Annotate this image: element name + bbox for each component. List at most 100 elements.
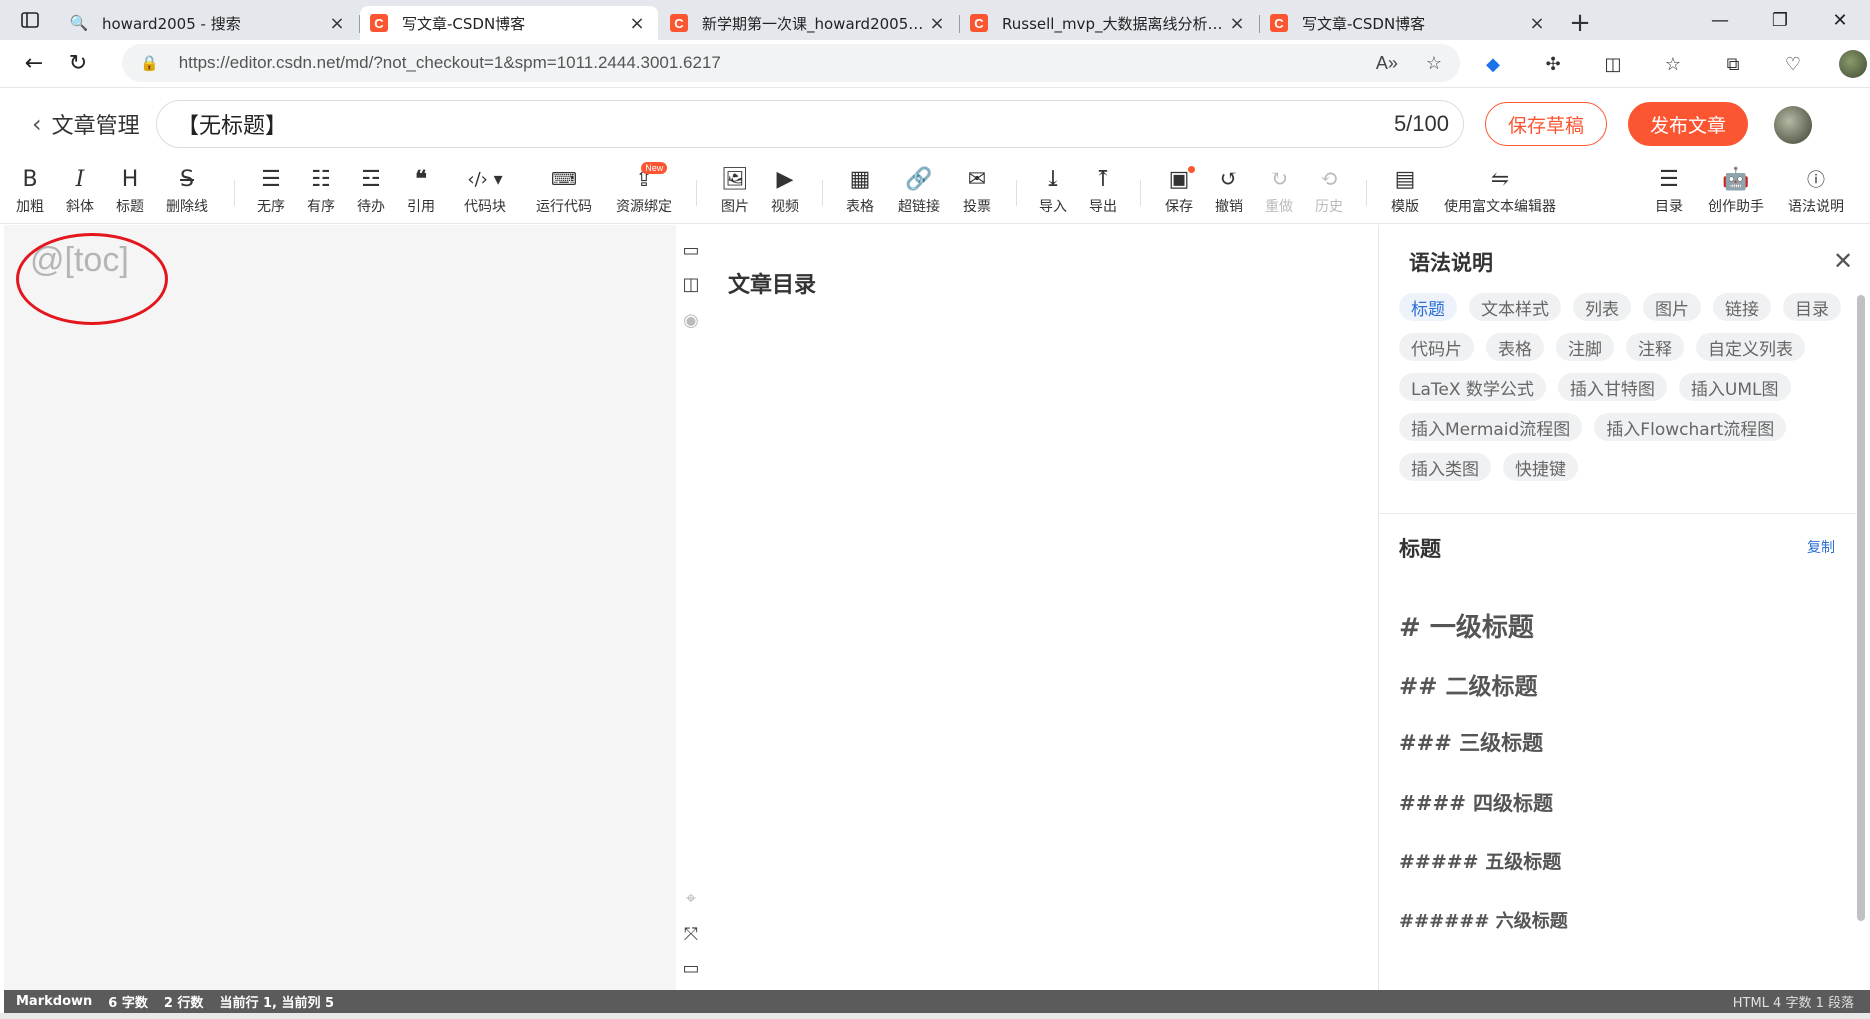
export-button[interactable]: ⤒ 导出 (1086, 164, 1120, 220)
new-tab-button[interactable]: + (1560, 6, 1600, 40)
redo-button[interactable]: ↻ 重做 (1262, 164, 1296, 220)
favorite-star-icon[interactable]: ☆ (1426, 53, 1442, 74)
chip-latex[interactable]: LaTeX 数学公式 (1399, 373, 1546, 401)
close-icon[interactable]: × (1526, 13, 1548, 34)
refresh-icon[interactable]: ↻ (56, 44, 100, 84)
toc-heading: 文章目录 (728, 273, 817, 298)
csdn-icon: C (670, 14, 688, 32)
sync-scroll-icon[interactable]: ⌖ (680, 887, 702, 909)
ordered-list-button[interactable]: ☷ 有序 (304, 164, 338, 220)
article-management-link[interactable]: ‹ 文章管理 (32, 108, 140, 140)
url-field[interactable]: 🔒 https://editor.csdn.net/md/?not_checko… (122, 44, 1460, 82)
chip-table[interactable]: 表格 (1486, 333, 1544, 361)
chip-comment[interactable]: 注释 (1626, 333, 1684, 361)
chip-gantt[interactable]: 插入甘特图 (1557, 373, 1667, 401)
search-icon: 🔍 (69, 15, 89, 32)
browser-tab[interactable]: 🔍 howard2005 - 搜索 × (60, 6, 360, 40)
chip-code-snippet[interactable]: 代码片 (1399, 333, 1474, 361)
split-view-icon[interactable]: ◫ (680, 273, 702, 295)
chip-text-style[interactable]: 文本样式 (1469, 293, 1561, 321)
template-button[interactable]: ▤ 模版 (1388, 164, 1422, 220)
extensions-puzzle-icon[interactable]: ✣ (1530, 44, 1576, 84)
browser-tab[interactable]: C Russell_mvp_大数据离线分析-CS × (960, 6, 1260, 40)
code-block-button[interactable]: ‹/› ▾ 代码块 (460, 164, 510, 220)
extension-icon[interactable]: ◆ (1470, 44, 1516, 84)
close-icon[interactable]: × (626, 13, 648, 34)
chip-link[interactable]: 链接 (1713, 293, 1771, 321)
browser-essentials-icon[interactable]: ♡ (1770, 44, 1816, 84)
chip-heading[interactable]: 标题 (1399, 293, 1457, 321)
fullscreen-icon[interactable]: ⤧ (680, 923, 702, 945)
chip-footnote[interactable]: 注脚 (1556, 333, 1614, 361)
todo-list-button[interactable]: ☲ 待办 (354, 164, 388, 220)
chip-toc[interactable]: 目录 (1783, 293, 1841, 321)
strikethrough-icon: S (180, 166, 194, 192)
single-column-icon[interactable]: ▭ (680, 239, 702, 261)
chip-uml[interactable]: 插入UML图 (1678, 373, 1791, 401)
help-scrollbar[interactable] (1857, 295, 1865, 921)
maximize-button[interactable]: ❐ (1750, 0, 1810, 40)
resource-bind-label: 资源绑定 (616, 199, 672, 215)
close-icon[interactable]: ✕ (1833, 247, 1853, 275)
resource-bind-button[interactable]: ⇪ New 资源绑定 (612, 162, 676, 220)
quote-button[interactable]: ❝ 引用 (404, 164, 438, 220)
import-button[interactable]: ⤓ 导入 (1036, 164, 1070, 220)
profile-button[interactable] (1830, 44, 1870, 84)
toc-label: 目录 (1655, 199, 1683, 215)
template-icon: ▤ (1394, 166, 1416, 192)
browser-tab-active[interactable]: C 写文章-CSDN博客 × (360, 6, 658, 40)
window-close-button[interactable]: ✕ (1810, 0, 1870, 40)
redo-icon: ↻ (1269, 166, 1289, 192)
toc-button[interactable]: ☰ 目录 (1652, 164, 1686, 220)
italic-button[interactable]: I 斜体 (62, 164, 98, 220)
split-screen-icon[interactable]: ◫ (1590, 44, 1636, 84)
minimize-button[interactable]: — (1690, 0, 1750, 40)
syntax-help-button[interactable]: ⓘ 语法说明 (1784, 164, 1848, 220)
writing-assistant-button[interactable]: 🤖 创作助手 (1704, 164, 1768, 220)
favorites-icon[interactable]: ☆ (1650, 44, 1696, 84)
video-button[interactable]: ▶ 视频 (768, 164, 802, 220)
chip-list[interactable]: 列表 (1573, 293, 1631, 321)
save-button[interactable]: ▣ 保存 (1162, 164, 1196, 220)
chip-mermaid[interactable]: 插入Mermaid流程图 (1399, 413, 1583, 441)
bottom-edge (0, 1013, 1870, 1019)
close-icon[interactable]: × (1226, 13, 1248, 34)
chip-definition-list[interactable]: 自定义列表 (1696, 333, 1805, 361)
tab-actions-button[interactable] (0, 0, 60, 40)
read-aloud-icon[interactable]: A» (1376, 53, 1398, 74)
markdown-editor[interactable]: @[toc] (4, 225, 676, 990)
hyperlink-button[interactable]: 🔗 超链接 (894, 164, 944, 220)
strikethrough-button[interactable]: S 删除线 (162, 164, 212, 220)
bold-button[interactable]: B 加粗 (12, 164, 48, 220)
unordered-list-button[interactable]: ☰ 无序 (254, 164, 288, 220)
run-code-icon: ⌨ (551, 168, 577, 190)
save-draft-button[interactable]: 保存草稿 (1485, 102, 1607, 146)
close-icon[interactable]: × (326, 13, 348, 34)
chip-flowchart[interactable]: 插入Flowchart流程图 (1594, 413, 1787, 441)
undo-button[interactable]: ↺ 撤销 (1212, 164, 1246, 220)
image-button[interactable]: 🖼 图片 (718, 164, 752, 220)
link-icon: 🔗 (905, 166, 933, 192)
rich-text-editor-button[interactable]: ⇋ 使用富文本编辑器 (1440, 164, 1560, 220)
preview-eye-icon[interactable]: ◉ (680, 309, 702, 331)
browser-tab[interactable]: C 新学期第一次课_howard2005的博 × (660, 6, 960, 40)
chip-shortcuts[interactable]: 快捷键 (1503, 453, 1578, 481)
preview-monitor-icon[interactable]: ▭ (680, 957, 702, 979)
table-button[interactable]: ▦ 表格 (843, 164, 877, 220)
back-arrow-icon[interactable]: ← (12, 44, 56, 84)
chip-image[interactable]: 图片 (1643, 293, 1701, 321)
article-title-input[interactable]: 【无标题】 5/100 (156, 100, 1464, 148)
publish-button[interactable]: 发布文章 (1628, 102, 1748, 146)
history-icon: ⟲ (1319, 166, 1339, 192)
copy-link[interactable]: 复制 (1807, 537, 1835, 557)
tab-title: 写文章-CSDN博客 (402, 14, 526, 33)
user-avatar[interactable] (1774, 106, 1812, 144)
heading-button[interactable]: H 标题 (112, 164, 148, 220)
chip-class-diagram[interactable]: 插入类图 (1399, 453, 1491, 481)
run-code-button[interactable]: ⌨ 运行代码 (532, 164, 596, 220)
collections-icon[interactable]: ⧉ (1710, 44, 1756, 84)
vote-button[interactable]: ✉ 投票 (960, 164, 994, 220)
browser-tab[interactable]: C 写文章-CSDN博客 × (1260, 6, 1558, 40)
history-button[interactable]: ⟲ 历史 (1312, 164, 1346, 220)
close-icon[interactable]: × (926, 13, 948, 34)
